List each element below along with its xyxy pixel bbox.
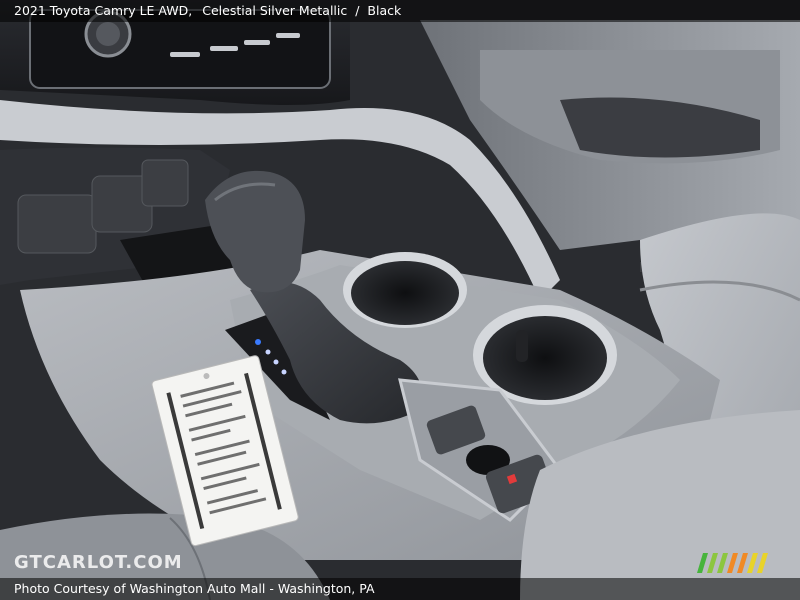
photo-caption-header: 2021 Toyota Camry LE AWD, Celestial Silv… — [0, 0, 800, 22]
photo-credit-footer: Photo Courtesy of Washington Auto Mall -… — [0, 578, 800, 600]
photo-stage: 2021 Toyota Camry LE AWD, Celestial Silv… — [0, 0, 800, 600]
brand-stripes-logo — [697, 553, 768, 573]
color-separator: / — [355, 3, 360, 18]
exterior-color: Celestial Silver Metallic — [202, 3, 348, 18]
stripe-5 — [747, 553, 758, 573]
stripe-3 — [727, 553, 738, 573]
stripe-0 — [697, 553, 708, 573]
stripe-1 — [707, 553, 718, 573]
stripe-6 — [757, 553, 768, 573]
photo-credit: Photo Courtesy of Washington Auto Mall -… — [14, 581, 375, 596]
interior-color: Black — [367, 3, 402, 18]
vehicle-title: 2021 Toyota Camry LE AWD, — [14, 3, 193, 18]
stripe-4 — [737, 553, 748, 573]
stripe-2 — [717, 553, 728, 573]
site-watermark: GTCARLOT.COM — [14, 552, 183, 573]
console-photo — [0, 0, 800, 600]
